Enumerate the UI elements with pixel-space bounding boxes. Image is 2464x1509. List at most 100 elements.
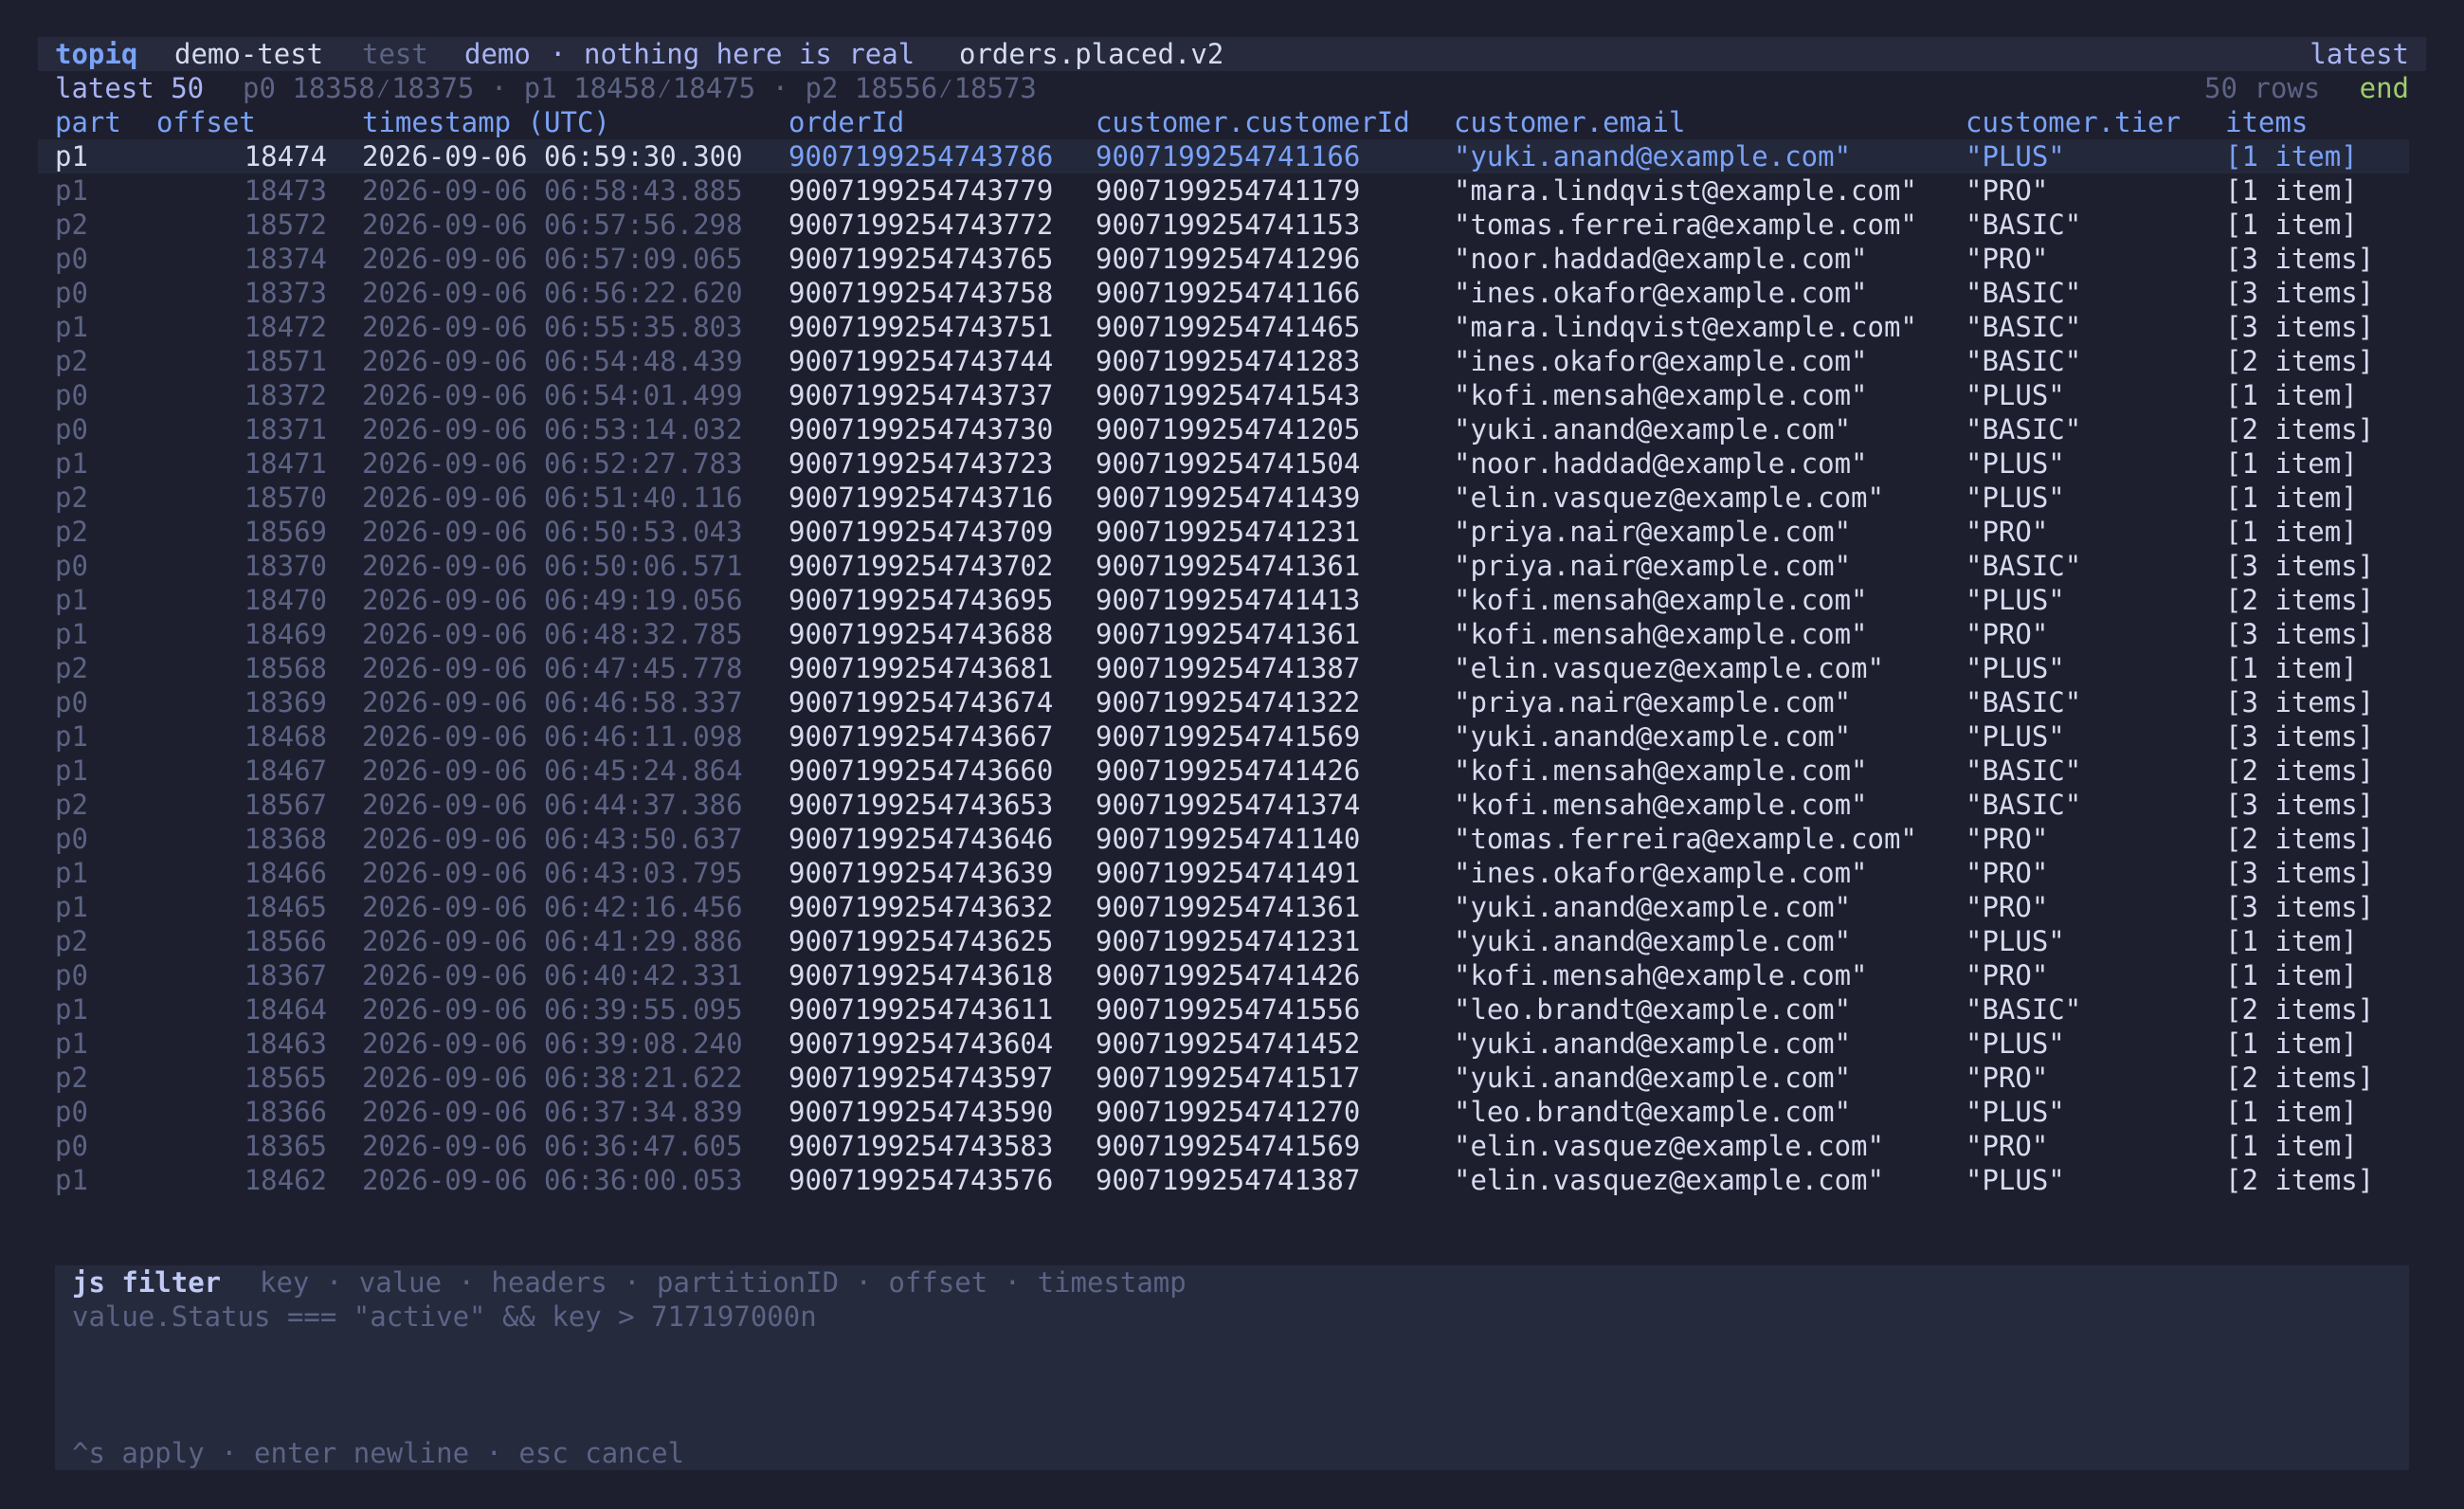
cell-offset: 18370 <box>244 550 327 582</box>
topic-name[interactable]: orders.placed.v2 <box>959 37 1223 71</box>
cell-offset: 18466 <box>244 857 327 889</box>
cell-customer-id: 9007199254741556 <box>1096 993 1361 1026</box>
table-row[interactable]: p0 18373 2026-09-06 06:56:22.620 9007199254… <box>38 276 2409 310</box>
cell-items: [1 item] <box>2225 447 2358 480</box>
column-header-customer-id[interactable]: customer.customerId <box>1096 105 1410 139</box>
row-count: 50 rows <box>2204 72 2321 104</box>
table-row[interactable]: p1 18464 2026-09-06 06:39:55.095 9007199254… <box>38 992 2409 1027</box>
cell-offset: 18371 <box>244 413 327 445</box>
table-row[interactable]: p1 18474 2026-09-06 06:59:30.300 9007199254… <box>38 139 2409 173</box>
cluster-name[interactable]: demo-test <box>174 37 323 71</box>
cell-tier: "PLUS" <box>1966 1027 2065 1060</box>
table-row[interactable]: p1 18466 2026-09-06 06:43:03.795 9007199254… <box>38 856 2409 890</box>
title-bar: topiq demo-test test demo · nothing here… <box>38 37 2426 71</box>
column-header-part[interactable]: part <box>55 105 121 139</box>
table-row[interactable]: p2 18572 2026-09-06 06:57:56.298 9007199254… <box>38 208 2409 242</box>
table-row[interactable]: p1 18463 2026-09-06 06:39:08.240 9007199254… <box>38 1027 2409 1061</box>
table-row[interactable]: p2 18566 2026-09-06 06:41:29.886 9007199254… <box>38 924 2409 958</box>
cell-customer-id: 9007199254741426 <box>1096 754 1361 787</box>
cell-timestamp: 2026-09-06 06:40:42.331 <box>362 959 743 991</box>
table-row[interactable]: p0 18371 2026-09-06 06:53:14.032 9007199254… <box>38 412 2409 446</box>
cell-order-id: 9007199254743660 <box>788 754 1054 787</box>
cell-timestamp: 2026-09-06 06:43:50.637 <box>362 823 743 855</box>
table-row[interactable]: p1 18462 2026-09-06 06:36:00.053 9007199254… <box>38 1163 2409 1197</box>
column-header-offset[interactable]: offset <box>156 105 256 139</box>
cell-part: p2 <box>55 209 88 241</box>
table-row[interactable]: p0 18369 2026-09-06 06:46:58.337 9007199254… <box>38 685 2409 719</box>
cell-part: p1 <box>55 754 88 787</box>
cell-customer-id: 9007199254741361 <box>1096 891 1361 923</box>
table-row[interactable]: p2 18569 2026-09-06 06:50:53.043 9007199254… <box>38 515 2409 549</box>
window-label: latest 50 <box>55 72 205 104</box>
cell-offset: 18568 <box>244 652 327 684</box>
table-row[interactable]: p0 18374 2026-09-06 06:57:09.065 9007199254… <box>38 242 2409 276</box>
cell-email: "elin.vasquez@example.com" <box>1454 1130 1884 1162</box>
cell-part: p0 <box>55 823 88 855</box>
cell-order-id: 9007199254743611 <box>788 993 1054 1026</box>
cell-customer-id: 9007199254741387 <box>1096 1164 1361 1196</box>
cell-order-id: 9007199254743688 <box>788 618 1054 650</box>
cell-part: p0 <box>55 277 88 309</box>
cell-timestamp: 2026-09-06 06:39:55.095 <box>362 993 743 1026</box>
table-row[interactable]: p1 18469 2026-09-06 06:48:32.785 9007199254… <box>38 617 2409 651</box>
cell-customer-id: 9007199254741504 <box>1096 447 1361 480</box>
cell-part: p1 <box>55 140 88 173</box>
cell-part: p1 <box>55 1164 88 1196</box>
filter-expression-input[interactable]: value.Status === "active" && key > 71719… <box>72 1300 817 1334</box>
table-row[interactable]: p2 18568 2026-09-06 06:47:45.778 9007199254… <box>38 651 2409 685</box>
filter-fields-hint: key · value · headers · partitionID · of… <box>260 1266 1187 1299</box>
read-mode[interactable]: latest <box>2310 37 2409 71</box>
cell-email: "leo.brandt@example.com" <box>1454 993 1852 1026</box>
cell-customer-id: 9007199254741153 <box>1096 209 1361 241</box>
cell-tier: "BASIC" <box>1966 413 2082 445</box>
table-row[interactable]: p2 18570 2026-09-06 06:51:40.116 9007199254… <box>38 481 2409 515</box>
table-row[interactable]: p1 18473 2026-09-06 06:58:43.885 9007199254… <box>38 173 2409 208</box>
cell-timestamp: 2026-09-06 06:42:16.456 <box>362 891 743 923</box>
cell-offset: 18474 <box>244 140 327 173</box>
table-row[interactable]: p0 18365 2026-09-06 06:36:47.605 9007199254… <box>38 1129 2409 1163</box>
table-row[interactable]: p2 18571 2026-09-06 06:54:48.439 9007199254… <box>38 344 2409 378</box>
table-row[interactable]: p1 18471 2026-09-06 06:52:27.783 9007199254… <box>38 446 2409 481</box>
table-row[interactable]: p0 18366 2026-09-06 06:37:34.839 9007199254… <box>38 1095 2409 1129</box>
table-row[interactable]: p0 18372 2026-09-06 06:54:01.499 9007199254… <box>38 378 2409 412</box>
cell-tier: "PRO" <box>1966 1130 2049 1162</box>
table-row[interactable]: p2 18567 2026-09-06 06:44:37.386 9007199254… <box>38 788 2409 822</box>
cell-tier: "PLUS" <box>1966 447 2065 480</box>
table-row[interactable]: p1 18472 2026-09-06 06:55:35.803 9007199254… <box>38 310 2409 344</box>
cell-tier: "PLUS" <box>1966 720 2065 753</box>
cell-customer-id: 9007199254741270 <box>1096 1096 1361 1128</box>
cell-customer-id: 9007199254741231 <box>1096 516 1361 548</box>
column-header-timestamp[interactable]: timestamp (UTC) <box>362 105 610 139</box>
cell-order-id: 9007199254743653 <box>788 789 1054 821</box>
cell-tier: "PLUS" <box>1966 482 2065 514</box>
column-header-tier[interactable]: customer.tier <box>1966 105 2181 139</box>
table-row[interactable]: p0 18367 2026-09-06 06:40:42.331 9007199254… <box>38 958 2409 992</box>
table-row[interactable]: p1 18468 2026-09-06 06:46:11.098 9007199254… <box>38 719 2409 754</box>
column-header-email[interactable]: customer.email <box>1454 105 1685 139</box>
js-filter-panel: js filter key · value · headers · partit… <box>55 1265 2409 1470</box>
cell-order-id: 9007199254743618 <box>788 959 1054 991</box>
cell-tier: "PLUS" <box>1966 379 2065 411</box>
cell-offset: 18365 <box>244 1130 327 1162</box>
cell-timestamp: 2026-09-06 06:47:45.778 <box>362 652 743 684</box>
cell-tier: "PRO" <box>1966 174 2049 207</box>
cell-customer-id: 9007199254741413 <box>1096 584 1361 616</box>
app-name: topiq <box>55 38 138 70</box>
column-header-items[interactable]: items <box>2225 105 2308 139</box>
cell-email: "kofi.mensah@example.com" <box>1454 618 1868 650</box>
cell-items: [3 items] <box>2225 720 2375 753</box>
cell-part: p1 <box>55 447 88 480</box>
filter-keys-hint: ^s apply · enter newline · esc cancel <box>72 1437 685 1469</box>
cell-customer-id: 9007199254741387 <box>1096 652 1361 684</box>
cell-timestamp: 2026-09-06 06:48:32.785 <box>362 618 743 650</box>
table-row[interactable]: p2 18565 2026-09-06 06:38:21.622 9007199254… <box>38 1061 2409 1095</box>
cell-email: "kofi.mensah@example.com" <box>1454 754 1868 787</box>
table-row[interactable]: p1 18470 2026-09-06 06:49:19.056 9007199254… <box>38 583 2409 617</box>
cell-part: p1 <box>55 857 88 889</box>
table-row[interactable]: p0 18368 2026-09-06 06:43:50.637 9007199254… <box>38 822 2409 856</box>
table-row[interactable]: p0 18370 2026-09-06 06:50:06.571 9007199254… <box>38 549 2409 583</box>
table-row[interactable]: p1 18465 2026-09-06 06:42:16.456 9007199254… <box>38 890 2409 924</box>
cell-email: "ines.okafor@example.com" <box>1454 345 1868 377</box>
column-header-order-id[interactable]: orderId <box>788 105 904 139</box>
table-row[interactable]: p1 18467 2026-09-06 06:45:24.864 9007199254… <box>38 754 2409 788</box>
